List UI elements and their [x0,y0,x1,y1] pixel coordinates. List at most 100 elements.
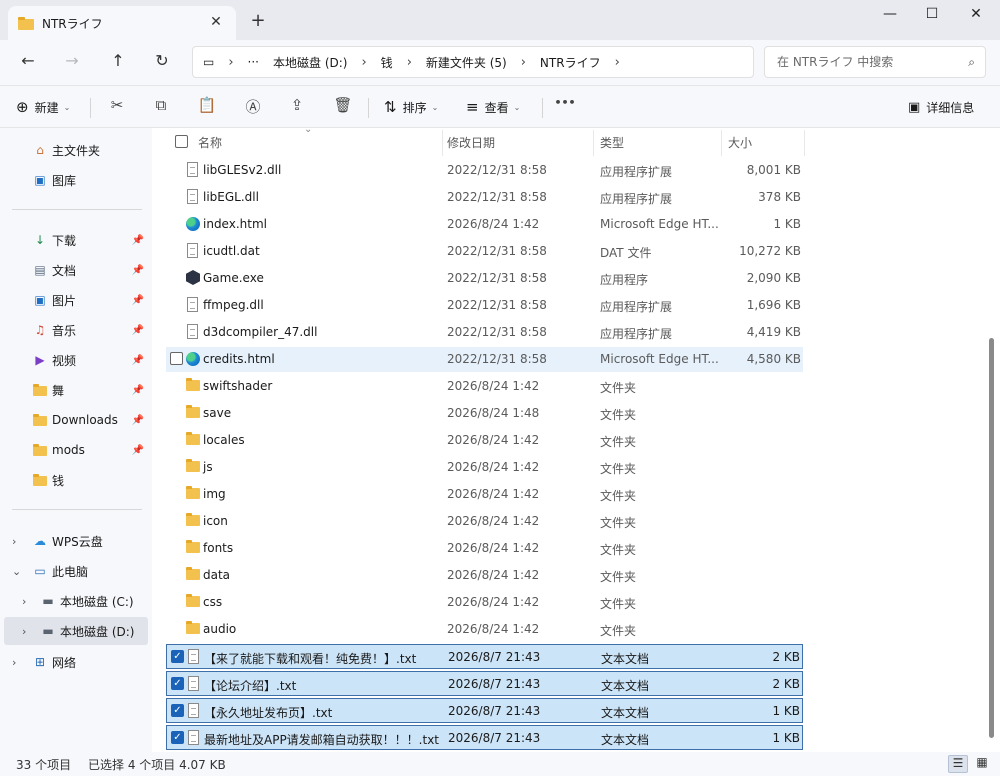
file-row[interactable]: Game.exe 2022/12/31 8:58 应用程序 2,090 KB [166,266,803,291]
file-row[interactable]: img 2026/8/24 1:42 文件夹 [166,482,803,507]
column-date[interactable]: 修改日期 [447,134,495,151]
back-button[interactable]: ← [16,51,40,73]
pin-icon[interactable]: 📌 [132,415,144,426]
pin-icon[interactable]: 📌 [132,235,144,246]
delete-icon[interactable]: 🗑 [332,96,354,118]
row-checkbox[interactable]: ✓ [171,731,184,744]
row-checkbox[interactable]: ✓ [171,704,184,717]
more-crumbs-button[interactable]: ··· [248,55,259,69]
file-row[interactable]: d3dcompiler_47.dll 2022/12/31 8:58 应用程序扩展 4… [166,320,803,345]
sidebar-item-music[interactable]: ♫ 音乐 📌 [0,316,150,344]
file-row[interactable]: credits.html 2022/12/31 8:58 Microsoft Edg… [166,347,803,372]
chevron-down-icon[interactable]: ⌄ [12,565,21,578]
row-checkbox[interactable]: ✓ [171,677,184,690]
sidebar-item-downloads[interactable]: ↓ 下载 📌 [0,226,150,254]
cut-icon[interactable]: ✂ [106,96,128,118]
chevron-right-icon[interactable]: › [22,625,26,638]
chevron-right-icon[interactable]: › [22,595,26,608]
file-row[interactable]: audio 2026/8/24 1:42 文件夹 [166,617,803,642]
breadcrumb-qian[interactable]: 钱 [381,54,393,71]
pc-icon[interactable]: ▭ [203,55,214,69]
new-tab-button[interactable]: + [248,10,268,31]
file-row[interactable]: ✓ 【论坛介绍】.txt 2026/8/7 21:43 文本文档 2 KB [166,671,803,696]
row-checkbox[interactable] [170,352,183,365]
pin-icon[interactable]: 📌 [132,325,144,336]
search-icon[interactable]: ⌕ [968,55,975,70]
file-row[interactable]: icon 2026/8/24 1:42 文件夹 [166,509,803,534]
more-options-icon[interactable]: ••• [554,96,576,118]
file-row[interactable]: icudtl.dat 2022/12/31 8:58 DAT 文件 10,272 KB [166,239,803,264]
chevron-right-icon[interactable]: › [361,55,366,70]
sidebar-item-pictures[interactable]: ▣ 图片 📌 [0,286,150,314]
chevron-right-icon[interactable]: › [407,55,412,70]
search-input[interactable] [777,55,957,69]
pin-icon[interactable]: 📌 [132,295,144,306]
up-button[interactable]: ↑ [106,51,130,73]
chevron-right-icon[interactable]: › [228,55,233,70]
sidebar-item-downloads-folder[interactable]: Downloads 📌 [0,406,150,434]
details-view-button[interactable]: ☰ [948,755,968,773]
file-row[interactable]: js 2026/8/24 1:42 文件夹 [166,455,803,480]
file-row[interactable]: fonts 2026/8/24 1:42 文件夹 [166,536,803,561]
scrollbar-thumb[interactable] [989,338,994,738]
minimize-button[interactable]: — [878,6,902,24]
view-button[interactable]: ≡ 查看 ⌄ [466,96,520,118]
search-box[interactable]: ⌕ [764,46,986,78]
sidebar-item-network[interactable]: › ⊞ 网络 [0,648,150,676]
file-row[interactable]: libEGL.dll 2022/12/31 8:58 应用程序扩展 378 KB [166,185,803,210]
column-divider[interactable] [804,130,805,156]
file-row[interactable]: libGLESv2.dll 2022/12/31 8:58 应用程序扩展 8,001 … [166,158,803,183]
column-divider[interactable] [442,130,443,156]
breadcrumb-new-folder[interactable]: 新建文件夹 (5) [426,54,507,71]
details-pane-button[interactable]: ▣ 详细信息 [908,96,974,118]
file-row[interactable]: save 2026/8/24 1:48 文件夹 [166,401,803,426]
chevron-right-icon[interactable]: › [521,55,526,70]
sidebar-item-d-drive[interactable]: › ▬ 本地磁盘 (D:) [4,617,148,645]
sidebar-item-home[interactable]: ⌂ 主文件夹 [0,136,150,164]
pin-icon[interactable]: 📌 [132,265,144,276]
file-row[interactable]: ✓ 最新地址及APP请发邮箱自动获取！！！.txt 2026/8/7 21:43 文本… [166,725,803,750]
sidebar-item-qian[interactable]: 钱 [0,466,150,494]
new-button[interactable]: ⊕ 新建 ⌄ [16,96,70,118]
breadcrumb-d-drive[interactable]: 本地磁盘 (D:) [273,54,347,71]
copy-icon[interactable]: ⧉ [150,96,172,118]
pin-icon[interactable]: 📌 [132,355,144,366]
column-divider[interactable] [721,130,722,156]
file-row[interactable]: index.html 2026/8/24 1:42 Microsoft Edge H… [166,212,803,237]
sidebar-item-wps-cloud[interactable]: › ☁ WPS云盘 [0,527,150,555]
sidebar-item-videos[interactable]: ▶ 视频 📌 [0,346,150,374]
sidebar-item-c-drive[interactable]: › ▬ 本地磁盘 (C:) [0,587,150,615]
sort-button[interactable]: ⇅ 排序 ⌄ [384,96,438,118]
tab-close-icon[interactable]: ✕ [208,14,224,30]
column-name[interactable]: 名称 [198,134,222,151]
file-row[interactable]: ✓ 【永久地址发布页】.txt 2026/8/7 21:43 文本文档 1 KB [166,698,803,723]
share-icon[interactable]: ⇪ [286,96,308,118]
chevron-right-icon[interactable]: › [12,535,16,548]
forward-button[interactable]: → [60,51,84,73]
close-window-button[interactable]: ✕ [964,6,988,24]
file-row[interactable]: ✓ 【来了就能下载和观看！纯免费！】.txt 2026/8/7 21:43 文本文档 2… [166,644,803,669]
sidebar-item-gallery[interactable]: ▣ 图库 [0,166,150,194]
breadcrumb-ntr-life[interactable]: NTRライフ [540,54,601,71]
paste-icon[interactable]: 📋 [196,96,218,118]
chevron-right-icon[interactable]: › [615,55,620,70]
column-type[interactable]: 类型 [600,134,624,151]
address-bar[interactable]: ▭ › ··· 本地磁盘 (D:) › 钱 › 新建文件夹 (5) › NTRラ… [192,46,754,78]
file-row[interactable]: data 2026/8/24 1:42 文件夹 [166,563,803,588]
chevron-right-icon[interactable]: › [12,656,16,669]
rename-icon[interactable]: Ⓐ [242,96,264,118]
tiles-view-button[interactable]: ▦ [972,755,992,773]
file-row[interactable]: ffmpeg.dll 2022/12/31 8:58 应用程序扩展 1,696 KB [166,293,803,318]
select-all-checkbox[interactable] [175,135,188,148]
maximize-button[interactable]: ☐ [920,6,944,24]
column-divider[interactable] [593,130,594,156]
tab-ntr-life[interactable]: NTRライフ ✕ [8,6,236,40]
file-row[interactable]: locales 2026/8/24 1:42 文件夹 [166,428,803,453]
row-checkbox[interactable]: ✓ [171,650,184,663]
sidebar-item-this-pc[interactable]: ⌄ ▭ 此电脑 [0,557,150,585]
sidebar-item-documents[interactable]: ▤ 文档 📌 [0,256,150,284]
column-size[interactable]: 大小 [728,134,752,151]
file-row[interactable]: css 2026/8/24 1:42 文件夹 [166,590,803,615]
pin-icon[interactable]: 📌 [132,445,144,456]
pin-icon[interactable]: 📌 [132,385,144,396]
